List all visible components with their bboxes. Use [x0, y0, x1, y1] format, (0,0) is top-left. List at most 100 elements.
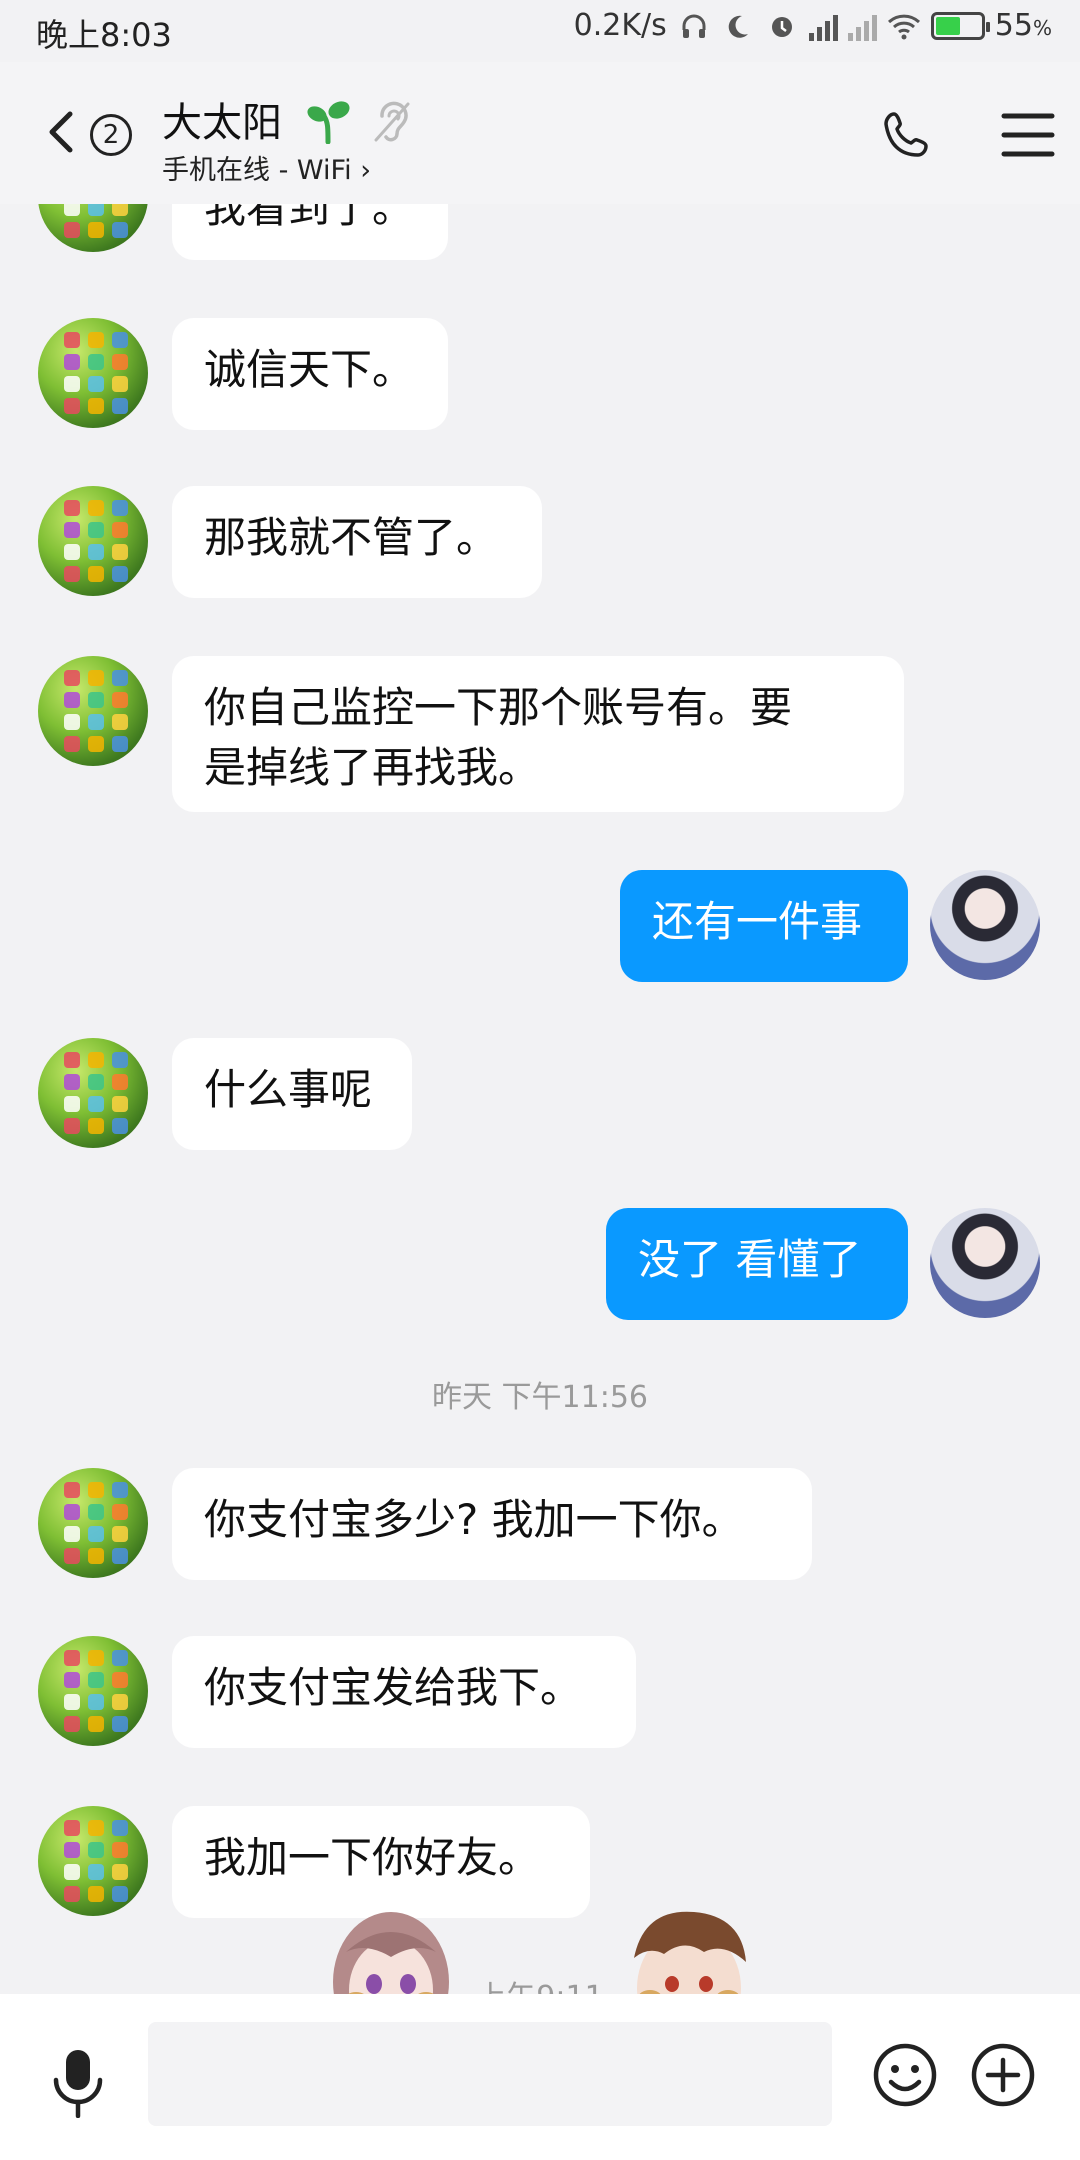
voice-button[interactable] [50, 2048, 106, 2118]
peeking-boy-sticker [634, 1911, 746, 1994]
avatar-app-tile [88, 1842, 104, 1858]
contact-avatar[interactable] [38, 486, 148, 596]
avatar-app-tile [88, 1096, 104, 1112]
avatar-app-tile [88, 398, 104, 414]
avatar-app-tile [112, 692, 128, 708]
battery-percent: 55% [994, 8, 1052, 43]
contact-avatar[interactable] [38, 204, 148, 252]
avatar-app-tile [64, 1052, 80, 1068]
avatar-app-tile [64, 544, 80, 560]
avatar-app-tile [64, 1650, 80, 1666]
avatar-app-tile [88, 544, 104, 560]
avatar-app-tile [112, 1052, 128, 1068]
avatar-app-tile [112, 736, 128, 752]
avatar-app-tile [88, 1694, 104, 1710]
contact-name[interactable]: 大太阳 [162, 90, 282, 148]
avatar-app-tile [88, 1504, 104, 1520]
avatar-app-tile [112, 1482, 128, 1498]
battery-icon [930, 11, 990, 40]
contact-avatar[interactable] [38, 318, 148, 428]
plus-icon [971, 2043, 1035, 2107]
avatar-app-tile [64, 1886, 80, 1902]
avatar-app-tile [64, 1096, 80, 1112]
contact-status[interactable]: 手机在线 - WiFi › [162, 148, 371, 187]
more-button[interactable] [970, 2042, 1036, 2108]
status-right: 0.2K/s 55% [574, 8, 1052, 43]
avatar-app-tile [88, 522, 104, 538]
avatar-app-tile [64, 1820, 80, 1836]
avatar-app-tile [112, 522, 128, 538]
avatar-app-tile [64, 500, 80, 516]
peeking-girl-sticker [333, 1912, 449, 1994]
avatar-app-tile [64, 222, 80, 238]
avatar-app-tile [64, 1548, 80, 1564]
avatar-app-tile [64, 1694, 80, 1710]
avatar-app-tile [64, 332, 80, 348]
avatar-app-tile [64, 692, 80, 708]
chat-header: 2 大太阳 手机在线 - WiFi › [0, 62, 1080, 204]
phone-button[interactable] [880, 108, 936, 164]
my-avatar[interactable] [930, 1208, 1040, 1318]
avatar-app-tile [64, 736, 80, 752]
emoji-button[interactable] [872, 2042, 938, 2108]
message-bubble-incoming[interactable]: 什么事呢 [172, 1038, 412, 1150]
message-bubble-incoming[interactable]: 那我就不管了。 [172, 486, 542, 598]
contact-avatar[interactable] [38, 656, 148, 766]
avatar-app-tile [88, 1650, 104, 1666]
avatar-app-tile [112, 332, 128, 348]
avatar-app-tile [88, 204, 104, 216]
signal-1-icon [808, 11, 838, 41]
message-bubble-incoming[interactable]: 你支付宝多少? 我加一下你。 [172, 1468, 812, 1580]
message-bubble-incoming[interactable]: 你自己监控一下那个账号有。要 是掉线了再找我。 [172, 656, 904, 812]
avatar-app-tile [112, 1118, 128, 1134]
contact-avatar[interactable] [38, 1468, 148, 1578]
menu-button[interactable] [1000, 110, 1056, 160]
contact-avatar[interactable] [38, 1806, 148, 1916]
wifi-icon [887, 9, 921, 43]
avatar-app-tile [88, 1820, 104, 1836]
headphones-icon [677, 9, 711, 43]
message-bubble-incoming[interactable]: 我看到了。 [172, 204, 448, 260]
avatar-app-tile [88, 1864, 104, 1880]
avatar-app-tile [88, 736, 104, 752]
message-bubble-incoming[interactable]: 你支付宝发给我下。 [172, 1636, 636, 1748]
message-bubble-outgoing[interactable]: 没了 看懂了 [606, 1208, 908, 1320]
avatar-app-tile [112, 1864, 128, 1880]
avatar-app-tile [112, 714, 128, 730]
my-avatar[interactable] [930, 870, 1040, 980]
avatar-app-tile [88, 1482, 104, 1498]
message-bubble-incoming[interactable]: 我加一下你好友。 [172, 1806, 590, 1918]
ear-icon[interactable] [372, 96, 412, 148]
chevron-right-icon: › [360, 155, 371, 186]
message-bubble-outgoing[interactable]: 还有一件事 [620, 870, 908, 982]
unread-count-badge[interactable]: 2 [90, 114, 132, 156]
message-list[interactable]: 我看到了。 诚信天下。 那我就不管了。 你自己监控一下那个账号有。要 是掉线了再… [0, 204, 1080, 1994]
avatar-app-tile [112, 1096, 128, 1112]
back-icon [49, 111, 73, 153]
avatar-app-tile [64, 522, 80, 538]
alarm-icon [765, 9, 799, 43]
contact-status-text: 手机在线 - WiFi [162, 155, 352, 186]
message-bubble-incoming[interactable]: 诚信天下。 [172, 318, 448, 430]
avatar-app-tile [112, 1886, 128, 1902]
avatar-app-tile [64, 1842, 80, 1858]
mic-icon [53, 2050, 103, 2118]
avatar-app-tile [64, 1526, 80, 1542]
message-input[interactable] [148, 2022, 832, 2126]
avatar-app-tile [88, 670, 104, 686]
avatar-app-tile [112, 1842, 128, 1858]
avatar-app-tile [64, 670, 80, 686]
avatar-app-tile [64, 1864, 80, 1880]
contact-avatar[interactable] [38, 1038, 148, 1148]
contact-avatar[interactable] [38, 1636, 148, 1746]
status-bar: 晚上8:03 0.2K/s 55% [0, 0, 1080, 62]
avatar-app-tile [112, 1694, 128, 1710]
avatar-app-tile [64, 1672, 80, 1688]
avatar-app-tile [88, 1118, 104, 1134]
avatar-app-tile [88, 566, 104, 582]
back-button[interactable] [40, 102, 80, 162]
avatar-app-tile [112, 398, 128, 414]
avatar-app-tile [88, 1672, 104, 1688]
avatar-app-tile [112, 1526, 128, 1542]
avatar-app-tile [64, 354, 80, 370]
